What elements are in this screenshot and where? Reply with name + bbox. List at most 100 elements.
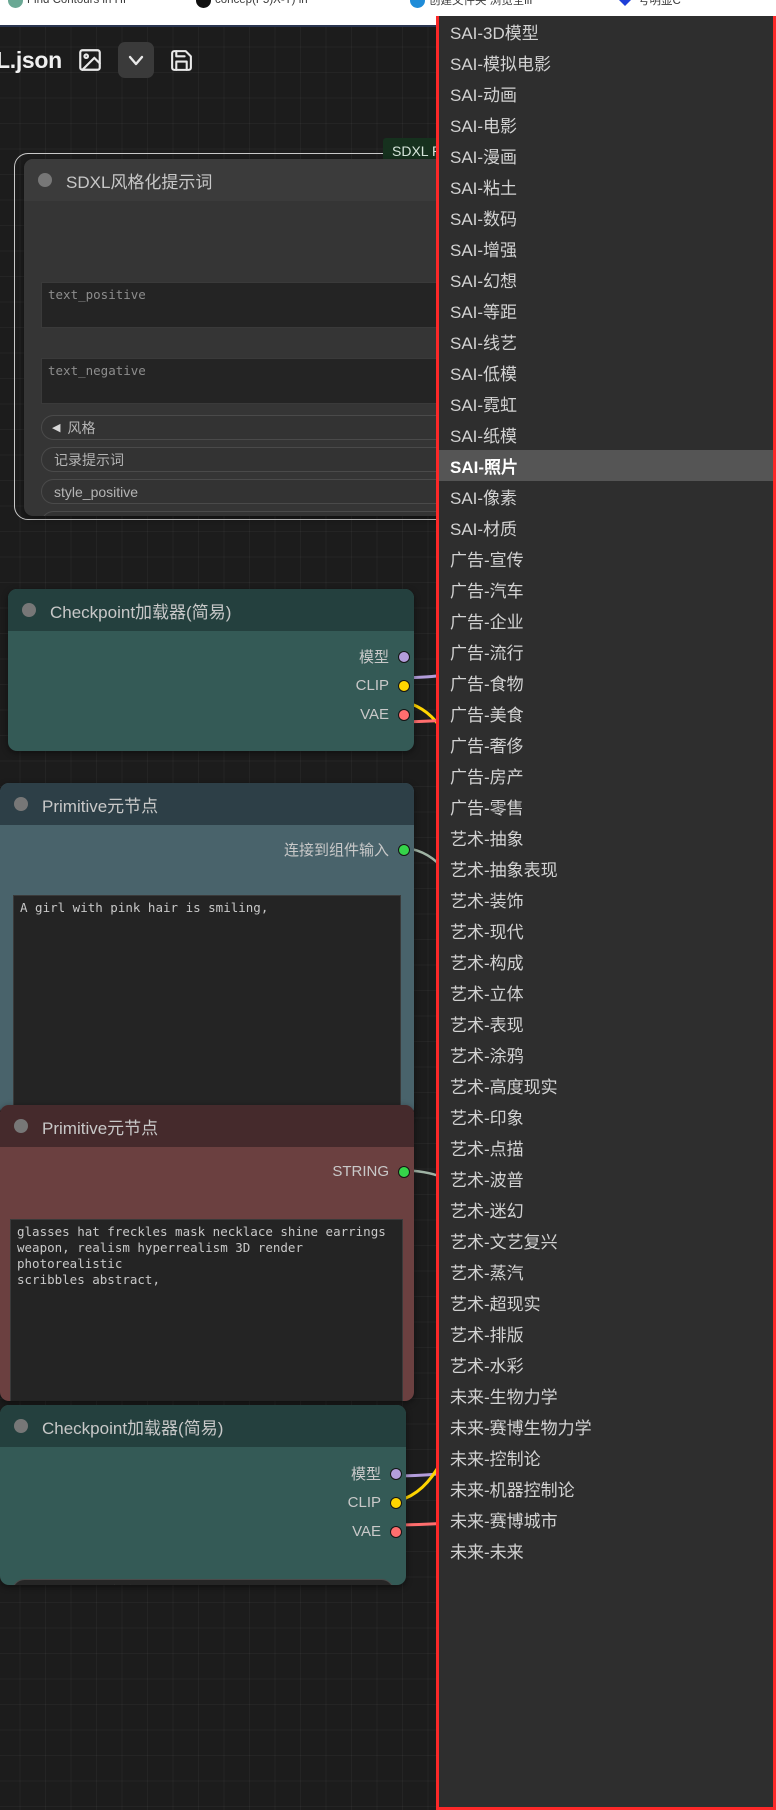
dropdown-item[interactable]: 未来-赛博生物力学 bbox=[439, 1411, 773, 1442]
primitive-value-textarea[interactable]: A girl with pink hair is smiling, bbox=[13, 895, 401, 1115]
dropdown-item[interactable]: 艺术-超现实 bbox=[439, 1287, 773, 1318]
dropdown-item[interactable]: 艺术-水彩 bbox=[439, 1349, 773, 1380]
node-title-bar[interactable]: Primitive元节点 bbox=[0, 783, 414, 825]
node-primitive-negative[interactable]: Primitive元节点 STRING glasses hat freckles… bbox=[0, 1105, 414, 1401]
dropdown-item[interactable]: SAI-数码 bbox=[439, 202, 773, 233]
slot-dot-icon[interactable] bbox=[390, 1496, 402, 1509]
dropdown-item[interactable]: 广告-企业 bbox=[439, 605, 773, 636]
dropdown-item[interactable]: 艺术-文艺复兴 bbox=[439, 1225, 773, 1256]
output-slot-clip[interactable]: CLIP bbox=[8, 671, 414, 700]
browser-tab[interactable]: concep(F5)X-T) in bbox=[196, 0, 308, 14]
dropdown-item[interactable]: 未来-生物力学 bbox=[439, 1380, 773, 1411]
dropdown-item[interactable]: 艺术-构成 bbox=[439, 946, 773, 977]
dropdown-item[interactable]: SAI-幻想 bbox=[439, 264, 773, 295]
dropdown-item[interactable]: SAI-增强 bbox=[439, 233, 773, 264]
collapse-dot-icon[interactable] bbox=[14, 1419, 28, 1433]
output-slot-string[interactable]: STRING bbox=[0, 1157, 414, 1186]
node-title-label: Primitive元节点 bbox=[42, 1118, 159, 1138]
dropdown-item[interactable]: 未来-控制论 bbox=[439, 1442, 773, 1473]
output-slot-connect[interactable]: 连接到组件输入 bbox=[0, 835, 414, 864]
dropdown-item[interactable]: 广告-食物 bbox=[439, 667, 773, 698]
save-icon[interactable] bbox=[164, 42, 200, 78]
slot-dot-icon[interactable] bbox=[398, 843, 410, 856]
dropdown-item[interactable]: SAI-模拟电影 bbox=[439, 47, 773, 78]
browser-tab[interactable]: 创建文件夹 浏览全llI bbox=[410, 0, 533, 14]
dropdown-item[interactable]: 艺术-抽象 bbox=[439, 822, 773, 853]
dropdown-item[interactable]: 艺术-现代 bbox=[439, 915, 773, 946]
collapse-dot-icon[interactable] bbox=[14, 1119, 28, 1133]
dropdown-item[interactable]: 广告-汽车 bbox=[439, 574, 773, 605]
arrow-left-icon[interactable]: ◀ bbox=[52, 421, 60, 434]
dropdown-item[interactable]: SAI-动画 bbox=[439, 78, 773, 109]
dropdown-item[interactable]: 艺术-立体 bbox=[439, 977, 773, 1008]
favicon-icon bbox=[616, 0, 634, 9]
browser-tab-strip: Find Contours in HI concep(F5)X-T) in 创建… bbox=[0, 0, 776, 16]
node-title-bar[interactable]: Checkpoint加载器(简易) bbox=[0, 1405, 406, 1447]
dropdown-item[interactable]: SAI-电影 bbox=[439, 109, 773, 140]
dropdown-item[interactable]: 未来-未来 bbox=[439, 1535, 773, 1566]
dropdown-item[interactable]: 广告-房产 bbox=[439, 760, 773, 791]
output-slot-label: VAE bbox=[352, 1523, 381, 1540]
dropdown-item[interactable]: 未来-机器控制论 bbox=[439, 1473, 773, 1504]
node-checkpoint-loader-base[interactable]: Checkpoint加载器(简易) 模型 CLIP VAE ◀ Checkpoi bbox=[8, 589, 414, 751]
slot-dot-icon[interactable] bbox=[398, 1165, 410, 1178]
dropdown-item[interactable]: SAI-等距 bbox=[439, 295, 773, 326]
slot-dot-icon[interactable] bbox=[398, 679, 410, 692]
dropdown-item[interactable]: SAI-照片 bbox=[439, 450, 773, 481]
collapse-dot-icon[interactable] bbox=[38, 173, 52, 187]
output-slot-model[interactable]: 模型 bbox=[0, 1459, 406, 1488]
dropdown-item[interactable]: 艺术-表现 bbox=[439, 1008, 773, 1039]
node-title-bar[interactable]: Primitive元节点 bbox=[0, 1105, 414, 1147]
widget-style-label: 风格 bbox=[67, 419, 96, 436]
dropdown-item[interactable]: 艺术-排版 bbox=[439, 1318, 773, 1349]
widget-ckpt-name[interactable]: ◀ Checkpoint名称 SDXL refiner_1.0.safetens… bbox=[12, 1579, 394, 1585]
browser-tab[interactable]: Find Contours in HI bbox=[8, 0, 126, 14]
dropdown-item[interactable]: 广告-宣传 bbox=[439, 543, 773, 574]
output-slot-vae[interactable]: VAE bbox=[8, 700, 414, 729]
slot-dot-icon[interactable] bbox=[390, 1525, 402, 1538]
browser-tab[interactable]: 号明显C bbox=[616, 0, 681, 14]
node-title-bar[interactable]: Checkpoint加载器(简易) bbox=[8, 589, 414, 631]
slot-dot-icon[interactable] bbox=[398, 708, 410, 721]
slot-dot-icon[interactable] bbox=[398, 650, 410, 663]
dropdown-item[interactable]: 未来-赛博城市 bbox=[439, 1504, 773, 1535]
dropdown-item[interactable]: SAI-粘土 bbox=[439, 171, 773, 202]
node-body: 模型 CLIP VAE ◀ Checkpoint名称 sd_xl_base_1.… bbox=[8, 642, 414, 729]
dropdown-item[interactable]: 艺术-迷幻 bbox=[439, 1194, 773, 1225]
node-title-label: Checkpoint加载器(简易) bbox=[42, 1418, 224, 1438]
dropdown-item[interactable]: 艺术-高度现实 bbox=[439, 1070, 773, 1101]
dropdown-item[interactable]: SAI-线艺 bbox=[439, 326, 773, 357]
widget-style-negative-label: style_negative bbox=[54, 516, 144, 517]
chevron-down-icon[interactable] bbox=[117, 42, 154, 78]
style-dropdown-list[interactable]: SAI-3D模型 SAI-模拟电影 SAI-动画 SAI-电影 SAI-漫画 SAI-粘土… bbox=[436, 16, 776, 1810]
dropdown-item[interactable]: 艺术-印象 bbox=[439, 1101, 773, 1132]
dropdown-item[interactable]: SAI-像素 bbox=[439, 481, 773, 512]
dropdown-item[interactable]: 艺术-波普 bbox=[439, 1163, 773, 1194]
dropdown-item[interactable]: SAI-材质 bbox=[439, 512, 773, 543]
collapse-dot-icon[interactable] bbox=[14, 797, 28, 811]
dropdown-item[interactable]: SAI-漫画 bbox=[439, 140, 773, 171]
dropdown-item[interactable]: 广告-奢侈 bbox=[439, 729, 773, 760]
output-slot-vae[interactable]: VAE bbox=[0, 1517, 406, 1546]
node-checkpoint-loader-refiner[interactable]: Checkpoint加载器(简易) 模型 CLIP VAE ◀ Checkpoi bbox=[0, 1405, 406, 1585]
dropdown-item[interactable]: SAI-纸模 bbox=[439, 419, 773, 450]
dropdown-item[interactable]: 艺术-蒸汽 bbox=[439, 1256, 773, 1287]
collapse-dot-icon[interactable] bbox=[22, 603, 36, 617]
node-body: 连接到组件输入 A girl with pink hair is smiling… bbox=[0, 835, 414, 1115]
dropdown-item[interactable]: 艺术-抽象表现 bbox=[439, 853, 773, 884]
dropdown-item[interactable]: 艺术-涂鸦 bbox=[439, 1039, 773, 1070]
image-icon[interactable] bbox=[72, 42, 108, 78]
dropdown-item[interactable]: 广告-零售 bbox=[439, 791, 773, 822]
dropdown-item[interactable]: 艺术-点描 bbox=[439, 1132, 773, 1163]
dropdown-item[interactable]: SAI-低模 bbox=[439, 357, 773, 388]
dropdown-item[interactable]: 广告-美食 bbox=[439, 698, 773, 729]
output-slot-clip[interactable]: CLIP bbox=[0, 1488, 406, 1517]
dropdown-item[interactable]: 艺术-装饰 bbox=[439, 884, 773, 915]
node-primitive-positive[interactable]: Primitive元节点 连接到组件输入 A girl with pink ha… bbox=[0, 783, 414, 1117]
primitive-value-textarea[interactable]: glasses hat freckles mask necklace shine… bbox=[10, 1219, 403, 1401]
dropdown-item[interactable]: SAI-3D模型 bbox=[439, 16, 773, 47]
slot-dot-icon[interactable] bbox=[390, 1467, 402, 1480]
dropdown-item[interactable]: 广告-流行 bbox=[439, 636, 773, 667]
dropdown-item[interactable]: SAI-霓虹 bbox=[439, 388, 773, 419]
output-slot-model[interactable]: 模型 bbox=[8, 642, 414, 671]
